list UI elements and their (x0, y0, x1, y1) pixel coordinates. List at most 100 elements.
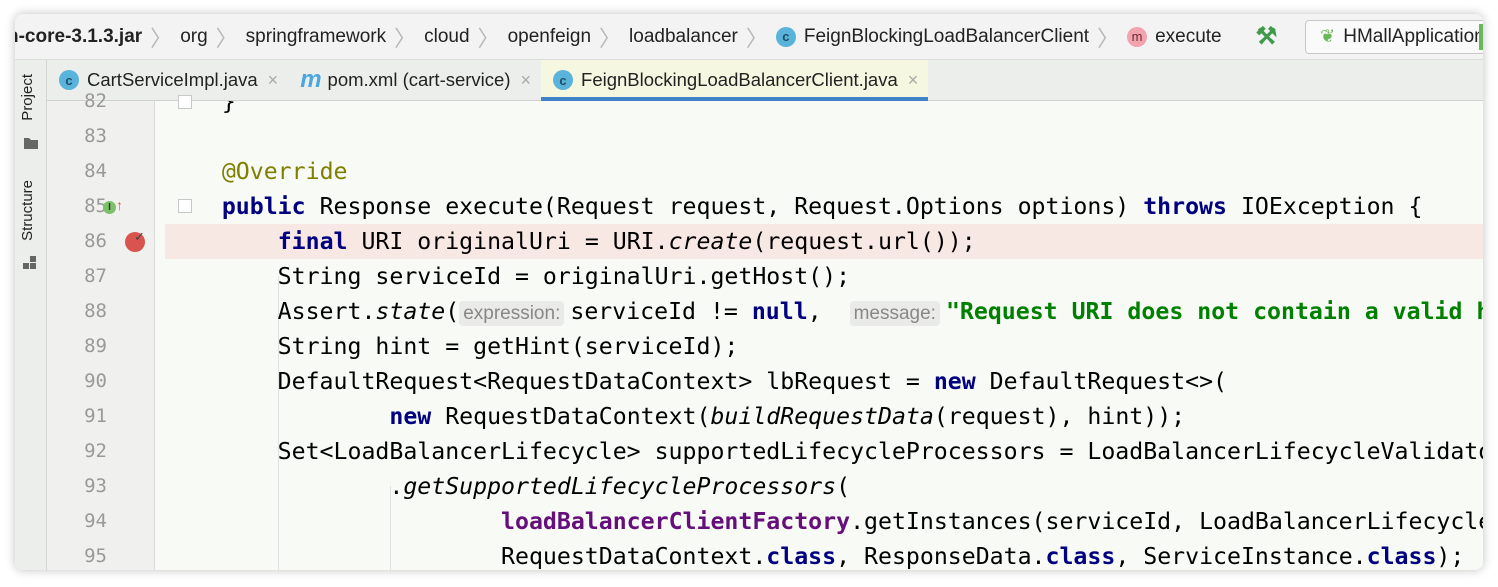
code-token: "Request URI does not contain a valid h (945, 298, 1483, 325)
code-line: String serviceId = originalUri.getHost()… (166, 259, 850, 294)
tab-label: FeignBlockingLoadBalancerClient.java (581, 69, 898, 90)
breadcrumb-item[interactable]: c FeignBlockingLoadBalancerClient (770, 26, 1095, 48)
maven-icon: m (300, 66, 322, 93)
line-number: 87 (84, 265, 107, 287)
code-token: public (221, 193, 306, 220)
line-number: 82 (84, 90, 107, 112)
code-token: new (389, 403, 432, 430)
code-line: Set<LoadBalancerLifecycle> supportedLife… (166, 434, 1483, 469)
code-token: throws (1143, 193, 1227, 220)
code-token: .getInstances(serviceId, LoadBalancerLif… (850, 508, 1483, 535)
code-token: create (668, 228, 753, 255)
tab-pom[interactable]: m pom.xml (cart-service) × (288, 60, 541, 100)
breadcrumb-item[interactable]: openfeign (502, 26, 597, 48)
code-line: new RequestDataContext(buildRequestData(… (166, 399, 1185, 434)
code-token: IOException { (1226, 193, 1423, 220)
spring-boot-icon: ❦ (1320, 26, 1336, 46)
breadcrumb-item[interactable]: cloud (418, 26, 475, 48)
code-editor[interactable]: } @Override public Response execute(Requ… (155, 101, 1483, 570)
breadcrumb-label: loadbalancer (629, 25, 738, 47)
code-line: public Response execute(Request request,… (166, 189, 1423, 224)
breadcrumb-item[interactable]: org (174, 26, 213, 48)
code-token: (request.url()); (752, 228, 976, 255)
line-number: 86 (84, 230, 107, 252)
code-token: buildRequestData (710, 403, 934, 430)
code-token: class (1366, 543, 1437, 570)
implements-override-icon[interactable]: I ↑ (103, 197, 123, 214)
ide-window: n-core-3.1.3.jar 〉 org 〉 springframework 〉 clo… (15, 14, 1483, 570)
project-tool-button[interactable]: Project (19, 74, 36, 121)
run-button-edge[interactable] (1479, 24, 1483, 50)
code-line: @Override (166, 154, 348, 189)
breadcrumb-separator-icon: 〉 (1097, 25, 1120, 51)
breakpoint-icon[interactable]: ✓ (125, 230, 145, 252)
code-token: , (807, 298, 850, 325)
breadcrumb-item[interactable]: loadbalancer (623, 26, 744, 48)
code-line: RequestDataContext.class, ResponseData.c… (166, 539, 1464, 570)
code-token: ( (836, 473, 851, 500)
breadcrumb-item[interactable]: springframework (240, 26, 392, 48)
code-line: loadBalancerClientFactory.getInstances(s… (166, 504, 1483, 539)
code-token: Set<LoadBalancerLifecycle> supportedLife… (166, 438, 1483, 465)
code-line: DefaultRequest<RequestDataContext> lbReq… (166, 364, 1227, 399)
editor-tabs: c CartServiceImpl.java × m pom.xml (cart-ser… (47, 60, 1483, 101)
code-token: (request), hint)); (933, 403, 1186, 430)
line-number: 89 (84, 335, 107, 357)
code-line: } (166, 101, 236, 119)
code-token: String serviceId = originalUri.getHost()… (166, 263, 851, 290)
line-number: 94 (84, 510, 107, 532)
run-configuration-select[interactable]: ❦HMallApplication▼ (1305, 19, 1483, 54)
code-token: URI originalUri = URI. (347, 228, 669, 255)
folder-icon[interactable] (23, 136, 39, 150)
code-token: null (751, 298, 808, 325)
breadcrumb-label: FeignBlockingLoadBalancerClient (803, 25, 1090, 47)
breadcrumb-separator-icon: 〉 (215, 25, 238, 51)
line-number: 88 (84, 300, 107, 322)
breadcrumb-label: org (180, 25, 208, 47)
code-token: RequestDataContext( (431, 403, 711, 430)
breadcrumb-label: springframework (245, 25, 387, 47)
structure-tool-button[interactable]: Structure (19, 180, 36, 241)
hammer-icon[interactable]: ⚒ (1256, 22, 1278, 51)
code-token: } (166, 101, 236, 115)
breadcrumb-label: execute (1155, 25, 1222, 47)
code-token: class (766, 543, 837, 570)
navigation-breadcrumb: n-core-3.1.3.jar 〉 org 〉 springframework 〉 clo… (15, 14, 1483, 60)
class-locked-icon: c (553, 70, 574, 90)
code-token: class (1045, 543, 1116, 570)
close-icon[interactable]: × (268, 70, 279, 91)
breadcrumb-label: openfeign (507, 25, 592, 47)
class-icon: c (59, 70, 79, 90)
code-line: String hint = getHint(serviceId); (166, 329, 739, 364)
close-icon[interactable]: × (521, 70, 532, 91)
code-token: new (933, 368, 976, 395)
code-token: RequestDataContext. (166, 543, 767, 570)
line-number: 93 (84, 475, 107, 497)
editor-gutter: 82 83 84 85 I ↑ 86 ✓ 87 88 89 90 91 92 93 94 95 (47, 90, 192, 570)
breadcrumb-item[interactable]: m execute (1121, 26, 1228, 48)
code-token: Assert. (166, 298, 376, 325)
code-token: serviceId != (570, 298, 752, 325)
tool-window-strip: Project Structure (15, 60, 47, 570)
parameter-hint: expression: (459, 301, 565, 326)
line-number: 84 (84, 160, 107, 182)
code-token: getSupportedLifecycleProcessors (403, 473, 837, 500)
breadcrumb-item[interactable]: n-core-3.1.3.jar (15, 26, 148, 48)
code-token: state (375, 298, 446, 325)
code-token: final (277, 228, 348, 255)
parameter-hint: message: (849, 301, 940, 326)
code-token: . (166, 473, 404, 500)
code-token: , ServiceInstance. (1115, 543, 1367, 570)
close-icon[interactable]: × (908, 70, 919, 91)
line-number: 85 (84, 195, 107, 217)
code-token: @Override (221, 158, 348, 185)
tab-feignblockingloadbalancerclient[interactable]: c FeignBlockingLoadBalancerClient.java × (541, 60, 929, 101)
code-token: loadBalancerClientFactory (501, 508, 851, 535)
line-number: 95 (84, 545, 107, 567)
structure-icon[interactable] (23, 256, 39, 270)
